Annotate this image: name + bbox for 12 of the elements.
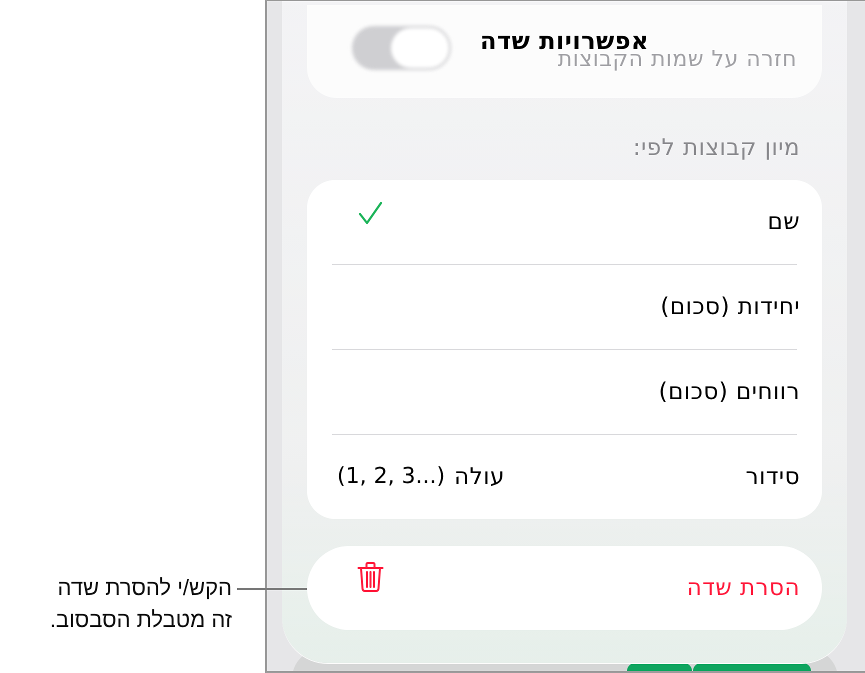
leader-line: [237, 588, 307, 590]
delete-field-button[interactable]: הסרת שדה: [307, 546, 822, 630]
sort-option[interactable]: רווחים (סכום): [307, 350, 822, 434]
check-icon: [358, 201, 383, 226]
order-range: (1, 2, 3...): [337, 462, 446, 491]
sort-option[interactable]: יחידות (סכום): [307, 265, 822, 349]
trash-icon: [357, 562, 384, 592]
sort-option[interactable]: שם: [307, 180, 822, 264]
section-header: מיון קבוצות לפי:: [632, 134, 800, 162]
toggle-switch[interactable]: [352, 26, 451, 70]
order-value: עולה: [454, 462, 505, 492]
callout-text: הקש/י להסרת שדה זה מטבלת הסבסוב.: [48, 574, 232, 634]
